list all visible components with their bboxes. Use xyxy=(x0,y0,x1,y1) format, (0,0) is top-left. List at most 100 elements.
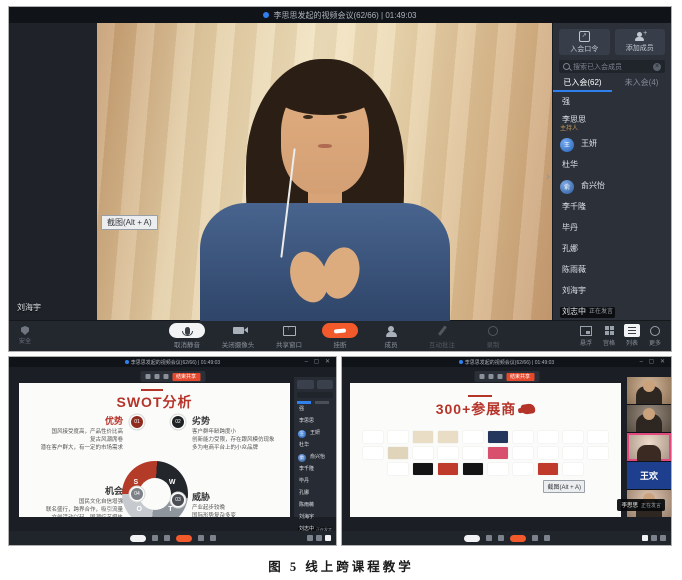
mini-member-tab[interactable] xyxy=(297,401,311,404)
mini-view-button[interactable] xyxy=(316,535,322,541)
exhibitor-logo xyxy=(513,447,533,459)
mini-view-button[interactable] xyxy=(325,535,331,541)
figure-caption: 图 5 线上跨课程教学 xyxy=(0,556,682,575)
window-controls[interactable] xyxy=(640,358,667,365)
participant-row[interactable]: 王 王妍 xyxy=(553,134,671,155)
member-tab[interactable]: 未入会(4) xyxy=(612,76,671,92)
sidebar-action-button[interactable]: 添加成员 xyxy=(615,29,666,55)
search-input[interactable]: 搜索已入会成员 xyxy=(559,60,665,73)
participant-row[interactable]: 李思思 xyxy=(297,416,333,428)
mini-action-button[interactable] xyxy=(297,380,314,389)
mini-view-button[interactable] xyxy=(660,535,666,541)
participant-row[interactable]: 刘海宇 xyxy=(297,512,333,524)
mini-hangup-button[interactable] xyxy=(510,535,526,542)
participant-row[interactable]: 孔娜 xyxy=(297,488,333,500)
exhibitor-logo xyxy=(588,447,608,459)
participant-row[interactable]: 俞 俞兴怡 xyxy=(553,176,671,197)
participant-row[interactable]: 陈雨薇 xyxy=(553,260,671,281)
toolbar-button[interactable]: 互动批注 xyxy=(424,323,460,349)
toolbar-button[interactable]: 挂断 xyxy=(322,323,358,349)
participant-row[interactable]: 李千隆 xyxy=(553,197,671,218)
stop-share-button[interactable]: 结束共享 xyxy=(506,373,534,381)
share-tool-icon[interactable] xyxy=(163,374,168,379)
share-tool-icon[interactable] xyxy=(497,374,502,379)
webcam-thumbnail[interactable] xyxy=(627,433,671,460)
exhibitor-logo xyxy=(513,431,533,443)
participant-row[interactable]: 强 xyxy=(553,92,671,113)
mini-members-button[interactable] xyxy=(532,535,538,541)
share-tool-icon[interactable] xyxy=(488,374,493,379)
mini-member-tab[interactable] xyxy=(315,401,329,404)
toolbar-button[interactable]: 成员 xyxy=(373,323,409,349)
participants-sidebar: 入会口令 添加成员 搜索已入会成员 已入会(62) xyxy=(552,23,671,321)
participant-row[interactable]: 杜华 xyxy=(297,440,333,452)
collapse-sidebar-icon[interactable] xyxy=(544,171,552,183)
mini-mic-button[interactable] xyxy=(130,535,146,542)
webcam-thumbnail[interactable]: 王欢 xyxy=(627,462,671,489)
mini-view-button[interactable] xyxy=(307,535,313,541)
participant-row[interactable]: 李思思 主持人 xyxy=(553,113,671,134)
mini-more-button[interactable] xyxy=(210,535,216,541)
mini-body: 结束共享 300+参展商 xyxy=(342,367,671,531)
toolbar-button[interactable]: 共享窗口 xyxy=(271,323,307,349)
participant-row[interactable]: 孔娜 xyxy=(553,239,671,260)
mini-mic-button[interactable] xyxy=(464,535,480,542)
avatar: 俞 xyxy=(560,180,574,194)
mini-camera-button[interactable] xyxy=(152,535,158,541)
security-button[interactable]: 安全 xyxy=(19,326,31,345)
mini-hangup-button[interactable] xyxy=(176,535,192,542)
view-mode-button[interactable]: 宫格 xyxy=(601,324,617,347)
mini-action-button[interactable] xyxy=(317,380,334,389)
webcam-thumbnails: 王欢 xyxy=(627,377,671,517)
participant-row[interactable]: 刘志中 正在发言 xyxy=(553,302,671,321)
participant-row[interactable]: 李千隆 xyxy=(297,464,333,476)
toolbar-button[interactable]: 关闭摄像头 xyxy=(220,323,256,349)
mini-share-button[interactable] xyxy=(164,535,170,541)
toolbar-button[interactable]: 取消静音 xyxy=(169,323,205,349)
mini-search-input[interactable] xyxy=(297,392,333,398)
participant-row[interactable]: 毕丹 xyxy=(297,476,333,488)
participant-row[interactable]: 强 xyxy=(297,404,333,416)
window-controls[interactable] xyxy=(305,358,332,365)
quadrant-heading: 劣势 xyxy=(192,417,288,426)
share-tool-icon[interactable] xyxy=(479,374,484,379)
mini-meeting-toolbar xyxy=(342,531,671,545)
exhibitor-logo xyxy=(363,447,383,459)
member-tab[interactable]: 已入会(62) xyxy=(553,76,612,92)
view-mode-button[interactable]: 更多 xyxy=(647,324,663,347)
participant-row[interactable]: 俞 俞兴怡 xyxy=(297,452,333,464)
swot-ring-diagram: S W O T xyxy=(122,461,188,517)
webcam-thumbnail[interactable] xyxy=(627,405,671,432)
share-icon xyxy=(283,326,296,336)
mini-view-button[interactable] xyxy=(642,535,648,541)
share-tool-icon[interactable] xyxy=(154,374,159,379)
webcam-thumbnail[interactable] xyxy=(627,377,671,404)
thumbnail-name-label: 王欢 xyxy=(640,469,658,482)
participant-row[interactable]: 毕丹 xyxy=(553,218,671,239)
participant-list: 强 李思思 xyxy=(553,92,671,321)
view-mode-button[interactable]: 列表 xyxy=(624,324,640,347)
share-tool-icon[interactable] xyxy=(145,374,150,379)
exhibitor-logo xyxy=(388,431,408,443)
sidebar-action-button[interactable]: 入会口令 xyxy=(559,29,610,55)
toolbar-button[interactable]: 录制 xyxy=(475,323,511,349)
quadrant-number-badge: 04 xyxy=(131,488,143,500)
exhibitor-logo xyxy=(538,431,558,443)
members-icon xyxy=(388,326,394,332)
swot-quadrant: 04 机会 国民文化自信增强 联名盛行，跨界合作，吸引流量 文创活动兴起，国潮综… xyxy=(23,487,123,517)
mini-participants-sidebar: 强 李思思 xyxy=(294,377,336,517)
participant-row[interactable]: 刘海宇 xyxy=(553,281,671,302)
mini-view-button[interactable] xyxy=(651,535,657,541)
swot-quadrant: 02 劣势 客户群年龄跨度小 创新能力受限，存在跟风模仿现象 多为电商平台上的小… xyxy=(192,417,288,452)
participant-row[interactable]: 陈雨薇 xyxy=(297,500,333,512)
participant-row[interactable]: 王 王妍 xyxy=(297,428,333,440)
clear-search-icon[interactable] xyxy=(653,63,661,71)
view-mode-button[interactable]: 悬浮 xyxy=(578,324,594,347)
participant-row[interactable]: 杜华 xyxy=(553,155,671,176)
mini-camera-button[interactable] xyxy=(486,535,492,541)
mini-more-button[interactable] xyxy=(544,535,550,541)
mini-share-button[interactable] xyxy=(498,535,504,541)
mini-members-button[interactable] xyxy=(198,535,204,541)
exhibitor-logo xyxy=(488,463,508,475)
stop-share-button[interactable]: 结束共享 xyxy=(172,373,200,381)
